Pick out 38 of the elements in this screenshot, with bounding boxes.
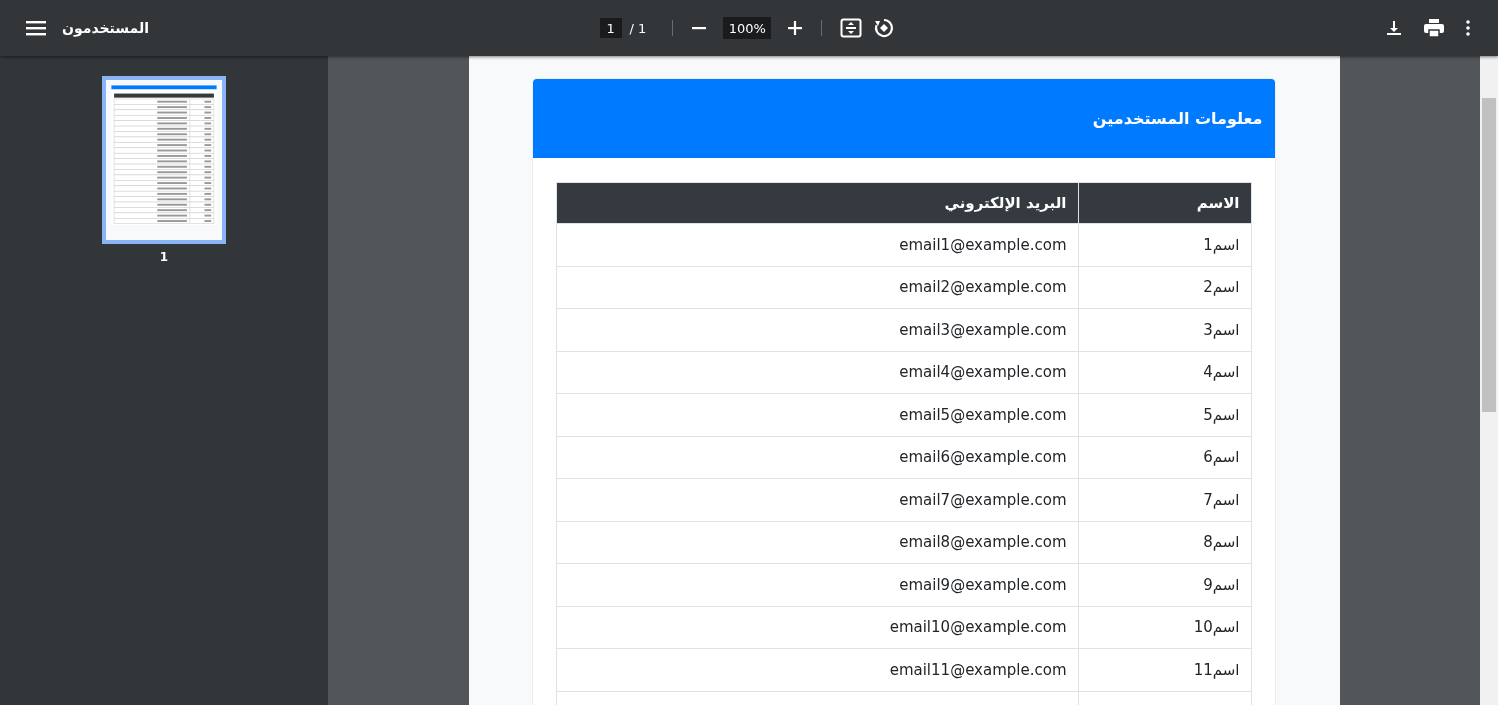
table-cell: email3@example.com bbox=[556, 308, 1078, 351]
document-title: المستخدمون bbox=[62, 20, 149, 36]
table-cell: اسم6 bbox=[1078, 436, 1251, 479]
page-number-label: 1 bbox=[159, 250, 169, 264]
column-header: الاسم bbox=[1078, 182, 1251, 224]
table-cell: email2@example.com bbox=[556, 266, 1078, 309]
menu-icon[interactable] bbox=[24, 18, 48, 38]
scrollbar-thumb[interactable] bbox=[1482, 98, 1496, 412]
table-cell: email1@example.com bbox=[556, 223, 1078, 266]
page-thumbnail[interactable] bbox=[102, 76, 226, 244]
fit-page-icon[interactable] bbox=[838, 16, 865, 40]
table-cell: email11@example.com bbox=[556, 648, 1078, 691]
table-cell: اسم8 bbox=[1078, 521, 1251, 564]
table-cell: اسم2 bbox=[1078, 266, 1251, 309]
table-cell: اسم1 bbox=[1078, 223, 1251, 266]
page-count: / 1 bbox=[629, 20, 647, 36]
page-number-field[interactable]: 1 bbox=[599, 18, 622, 38]
scrollbar[interactable] bbox=[1480, 56, 1498, 705]
table-cell: email5@example.com bbox=[556, 393, 1078, 436]
table-cell: email9@example.com bbox=[556, 563, 1078, 606]
table-cell: email7@example.com bbox=[556, 478, 1078, 521]
download-icon[interactable] bbox=[1384, 18, 1404, 38]
table-cell: email8@example.com bbox=[556, 521, 1078, 564]
print-icon[interactable] bbox=[1422, 17, 1446, 39]
table-cell: اسم11 bbox=[1078, 648, 1251, 691]
table-cell: اسم9 bbox=[1078, 563, 1251, 606]
column-header: البريد الإلكتروني bbox=[556, 182, 1078, 224]
table-cell: email4@example.com bbox=[556, 351, 1078, 394]
table-cell: اسم3 bbox=[1078, 308, 1251, 351]
more-options-icon[interactable] bbox=[1464, 18, 1472, 38]
table-cell: email10@example.com bbox=[556, 606, 1078, 649]
table-cell: اسم7 bbox=[1078, 478, 1251, 521]
table-cell: اسم5 bbox=[1078, 393, 1251, 436]
zoom-field[interactable]: 100% bbox=[723, 17, 772, 39]
table-cell: اسم10 bbox=[1078, 606, 1251, 649]
card-title: معلومات المستخدمين bbox=[1092, 109, 1263, 128]
table-cell: email6@example.com bbox=[556, 436, 1078, 479]
table-cell: اسم4 bbox=[1078, 351, 1251, 394]
